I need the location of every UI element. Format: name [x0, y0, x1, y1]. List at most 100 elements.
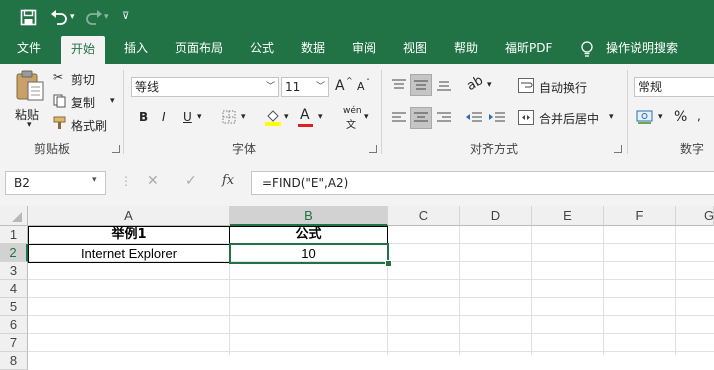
font-color-icon[interactable]: A	[300, 107, 310, 123]
tab-help[interactable]: 帮助	[454, 34, 478, 64]
clipboard-group-label: 剪贴板	[34, 142, 71, 156]
grow-font-button[interactable]: A	[335, 78, 345, 94]
tab-file[interactable]: 文件	[17, 34, 41, 64]
chevron-down-icon: ﹀	[315, 82, 325, 92]
tab-insert[interactable]: 插入	[124, 34, 148, 64]
cell-a2[interactable]: Internet Explorer	[29, 245, 229, 263]
align-right-icon[interactable]	[436, 111, 452, 125]
formula-input[interactable]: =FIND("E",A2)	[251, 171, 714, 195]
font-group-label: 字体	[232, 142, 257, 156]
bold-button[interactable]: B	[139, 110, 148, 124]
wrap-text-button[interactable]: 自动换行	[539, 79, 587, 96]
tab-foxit-pdf[interactable]: 福昕PDF	[505, 34, 552, 64]
font-name-value: 等线	[135, 80, 160, 94]
font-launcher-icon[interactable]	[369, 145, 377, 153]
insert-function-button[interactable]: fx	[222, 173, 234, 188]
row-header-4[interactable]: 4	[0, 280, 28, 298]
tab-page-layout[interactable]: 页面布局	[175, 34, 223, 64]
row-header-2[interactable]: 2	[0, 244, 28, 262]
undo-dropdown-icon[interactable]: ▾	[70, 0, 75, 34]
paste-dropdown-icon[interactable]: ▾	[27, 120, 32, 130]
tab-data[interactable]: 数据	[301, 34, 325, 64]
underline-dropdown-icon[interactable]: ▾	[197, 112, 202, 122]
row-header-7[interactable]: 7	[0, 334, 28, 352]
borders-dropdown-icon[interactable]: ▾	[241, 112, 246, 122]
format-painter-icon	[53, 116, 66, 129]
align-bottom-icon[interactable]	[436, 78, 452, 92]
percent-button[interactable]: %	[674, 109, 687, 125]
cell-a1[interactable]: 举例1	[29, 226, 229, 244]
tell-me-search[interactable]: 操作说明搜索	[606, 34, 678, 64]
clipboard-launcher-icon[interactable]	[112, 145, 120, 153]
wrap-text-icon[interactable]	[518, 78, 534, 93]
format-painter-button[interactable]: 格式刷	[71, 117, 107, 134]
column-header-d[interactable]: D	[460, 206, 532, 226]
select-all-corner[interactable]	[0, 206, 28, 226]
paste-icon[interactable]	[14, 70, 46, 102]
merge-dropdown-icon[interactable]: ▾	[609, 112, 614, 122]
phonetic-dropdown-icon[interactable]: ▾	[364, 112, 369, 122]
align-top-icon[interactable]	[391, 78, 407, 92]
fill-color-dropdown-icon[interactable]: ▾	[284, 112, 289, 122]
increase-indent-icon[interactable]	[488, 111, 506, 125]
decrease-indent-icon[interactable]	[465, 111, 483, 125]
redo-icon[interactable]	[85, 9, 103, 26]
accounting-dropdown-icon[interactable]: ▾	[658, 112, 663, 122]
cancel-icon[interactable]: ✕	[147, 173, 159, 189]
cell-b1[interactable]: 公式	[230, 226, 387, 244]
alignment-launcher-icon[interactable]	[614, 145, 622, 153]
column-header-a[interactable]: A	[28, 206, 230, 226]
gridline	[28, 315, 714, 316]
merge-center-button[interactable]: 合并后居中	[539, 110, 599, 127]
tab-view[interactable]: 视图	[403, 34, 427, 64]
row-header-3[interactable]: 3	[0, 262, 28, 280]
cut-button[interactable]: 剪切	[71, 71, 95, 88]
gridline	[675, 226, 676, 355]
shrink-font-button[interactable]: A	[357, 80, 365, 93]
merge-center-icon[interactable]	[518, 110, 534, 125]
group-divider	[123, 70, 124, 154]
resize-handle-icon[interactable]: ⋮	[120, 174, 132, 188]
orientation-dropdown-icon[interactable]: ▾	[487, 80, 492, 90]
copy-button[interactable]: 复制	[71, 94, 95, 111]
font-name-combobox[interactable]: 等线 ﹀	[131, 77, 279, 97]
row-header-1[interactable]: 1	[0, 226, 28, 244]
borders-icon[interactable]	[222, 110, 236, 124]
gridline	[603, 226, 604, 355]
redo-dropdown-icon[interactable]: ▾	[104, 0, 109, 34]
font-size-combobox[interactable]: 11 ﹀	[281, 77, 329, 97]
row-header-6[interactable]: 6	[0, 316, 28, 334]
font-color-dropdown-icon[interactable]: ▾	[318, 112, 323, 122]
italic-button[interactable]: I	[162, 110, 166, 124]
customize-toolbar-icon[interactable]: ⊽	[122, 0, 129, 34]
fill-color-icon[interactable]	[265, 108, 281, 126]
column-header-f[interactable]: F	[604, 206, 676, 226]
align-middle-button[interactable]	[410, 74, 432, 96]
tab-home[interactable]: 开始	[61, 36, 106, 64]
column-header-b[interactable]: B	[230, 206, 388, 226]
tab-formulas[interactable]: 公式	[250, 34, 274, 64]
name-box[interactable]: B2	[5, 171, 106, 195]
align-center-button[interactable]	[410, 107, 432, 129]
column-header-e[interactable]: E	[532, 206, 604, 226]
comma-style-button[interactable]: ,	[697, 109, 701, 123]
number-format-combobox[interactable]: 常规	[634, 77, 714, 97]
accounting-format-icon[interactable]	[636, 109, 654, 125]
column-header-c[interactable]: C	[388, 206, 460, 226]
orientation-icon[interactable]: ab	[464, 73, 486, 94]
ribbon-tab-bar: 文件 开始 插入 页面布局 公式 数据 审阅 视图 帮助 福昕PDF 操作说明搜…	[0, 34, 714, 64]
underline-button[interactable]: U	[183, 110, 192, 124]
align-left-icon[interactable]	[391, 111, 407, 125]
undo-icon[interactable]	[50, 9, 68, 26]
save-icon[interactable]	[20, 9, 37, 26]
tab-review[interactable]: 审阅	[352, 34, 376, 64]
group-divider	[627, 70, 628, 154]
copy-dropdown-icon[interactable]: ▾	[110, 96, 115, 106]
phonetic-guide-button[interactable]: wén	[343, 106, 362, 116]
row-header-5[interactable]: 5	[0, 298, 28, 316]
fill-handle[interactable]	[385, 260, 392, 267]
column-header-g[interactable]: G	[676, 206, 714, 226]
scissors-icon: ✂	[53, 70, 64, 84]
enter-check-icon[interactable]: ✓	[185, 173, 197, 189]
name-box-dropdown-icon[interactable]: ▾	[92, 175, 97, 185]
